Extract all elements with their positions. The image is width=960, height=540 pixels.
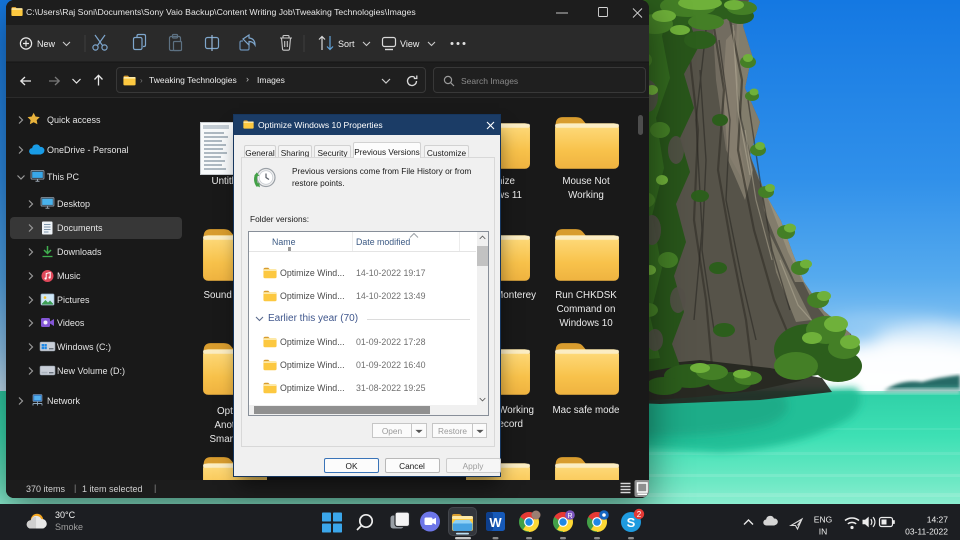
svg-text:R: R: [567, 513, 572, 520]
svg-text:S: S: [627, 515, 636, 530]
svg-text:03-11-2022: 03-11-2022: [905, 527, 948, 537]
svg-text:W: W: [489, 515, 502, 530]
svg-text:ENG: ENG: [814, 515, 832, 525]
svg-text:14:27: 14:27: [927, 515, 949, 525]
svg-text:IN: IN: [819, 527, 828, 537]
svg-text:2: 2: [637, 510, 642, 519]
